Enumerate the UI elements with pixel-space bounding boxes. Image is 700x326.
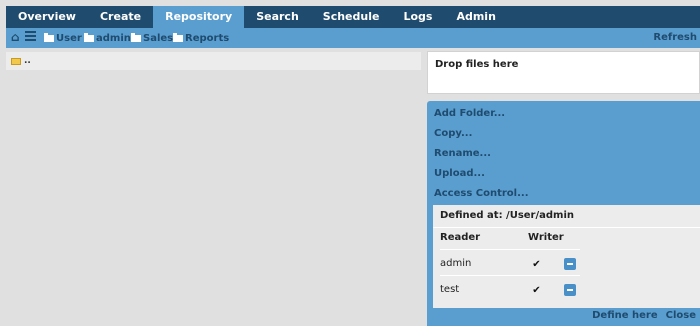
breadcrumb-item-admin[interactable]: admin	[84, 33, 131, 44]
remove-icon[interactable]	[564, 258, 576, 270]
drop-zone[interactable]: Drop files here	[427, 51, 700, 94]
divider	[433, 227, 700, 228]
breadcrumb-item-reports[interactable]: Reports	[173, 33, 229, 44]
breadcrumb-label: Reports	[185, 33, 230, 44]
drop-zone-label: Drop files here	[435, 59, 519, 70]
upload-link[interactable]: Upload...	[434, 168, 485, 179]
action-panel: Add Folder... Copy... Rename... Upload..…	[427, 101, 700, 326]
access-control-link[interactable]: Access Control...	[434, 188, 529, 199]
folder-icon	[11, 57, 21, 65]
breadcrumb-item-sales[interactable]: Sales	[131, 33, 173, 44]
add-folder-link[interactable]: Add Folder...	[434, 108, 505, 119]
folder-icon	[44, 33, 54, 42]
list-item[interactable]: ..	[6, 52, 421, 70]
tab-create[interactable]: Create	[88, 6, 153, 28]
file-list: ..	[6, 52, 421, 70]
tab-search[interactable]: Search	[244, 6, 311, 28]
top-nav: Overview Create Repository Search Schedu…	[6, 6, 700, 28]
tab-overview[interactable]: Overview	[6, 6, 88, 28]
tab-logs[interactable]: Logs	[391, 6, 444, 28]
list-icon[interactable]	[25, 31, 36, 41]
file-name: ..	[24, 56, 31, 66]
divider	[440, 275, 580, 276]
folder-icon	[84, 33, 94, 42]
folder-icon	[131, 33, 141, 42]
writer-checkbox[interactable]: ✔	[531, 285, 542, 296]
breadcrumb-label: admin	[96, 33, 131, 44]
refresh-link[interactable]: Refresh	[653, 32, 697, 43]
access-control-box: Defined at: /User/admin Reader Writer ad…	[433, 205, 700, 308]
breadcrumb-label: User	[56, 33, 82, 44]
folder-icon	[173, 33, 183, 42]
reader-header: Reader	[440, 232, 481, 243]
copy-link[interactable]: Copy...	[434, 128, 472, 139]
breadcrumb-label: Sales	[143, 33, 174, 44]
writer-checkbox[interactable]: ✔	[531, 259, 542, 270]
define-here-link[interactable]: Define here	[592, 310, 658, 321]
breadcrumb-item-user[interactable]: User	[44, 33, 82, 44]
home-icon[interactable]: ⌂	[11, 30, 20, 44]
acl-reader-name: admin	[440, 258, 472, 269]
defined-at-label: Defined at: /User/admin	[440, 210, 575, 221]
close-link[interactable]: Close	[666, 310, 696, 321]
tab-admin[interactable]: Admin	[444, 6, 507, 28]
rename-link[interactable]: Rename...	[434, 148, 491, 159]
acl-reader-name: test	[440, 284, 460, 295]
tab-schedule[interactable]: Schedule	[311, 6, 392, 28]
divider	[440, 249, 580, 250]
remove-icon[interactable]	[564, 284, 576, 296]
writer-header: Writer	[528, 232, 564, 243]
panel-footer: Define here Close	[592, 310, 696, 321]
tab-repository[interactable]: Repository	[153, 6, 245, 28]
breadcrumb: ⌂ User admin Sales Reports Refresh	[6, 28, 700, 48]
